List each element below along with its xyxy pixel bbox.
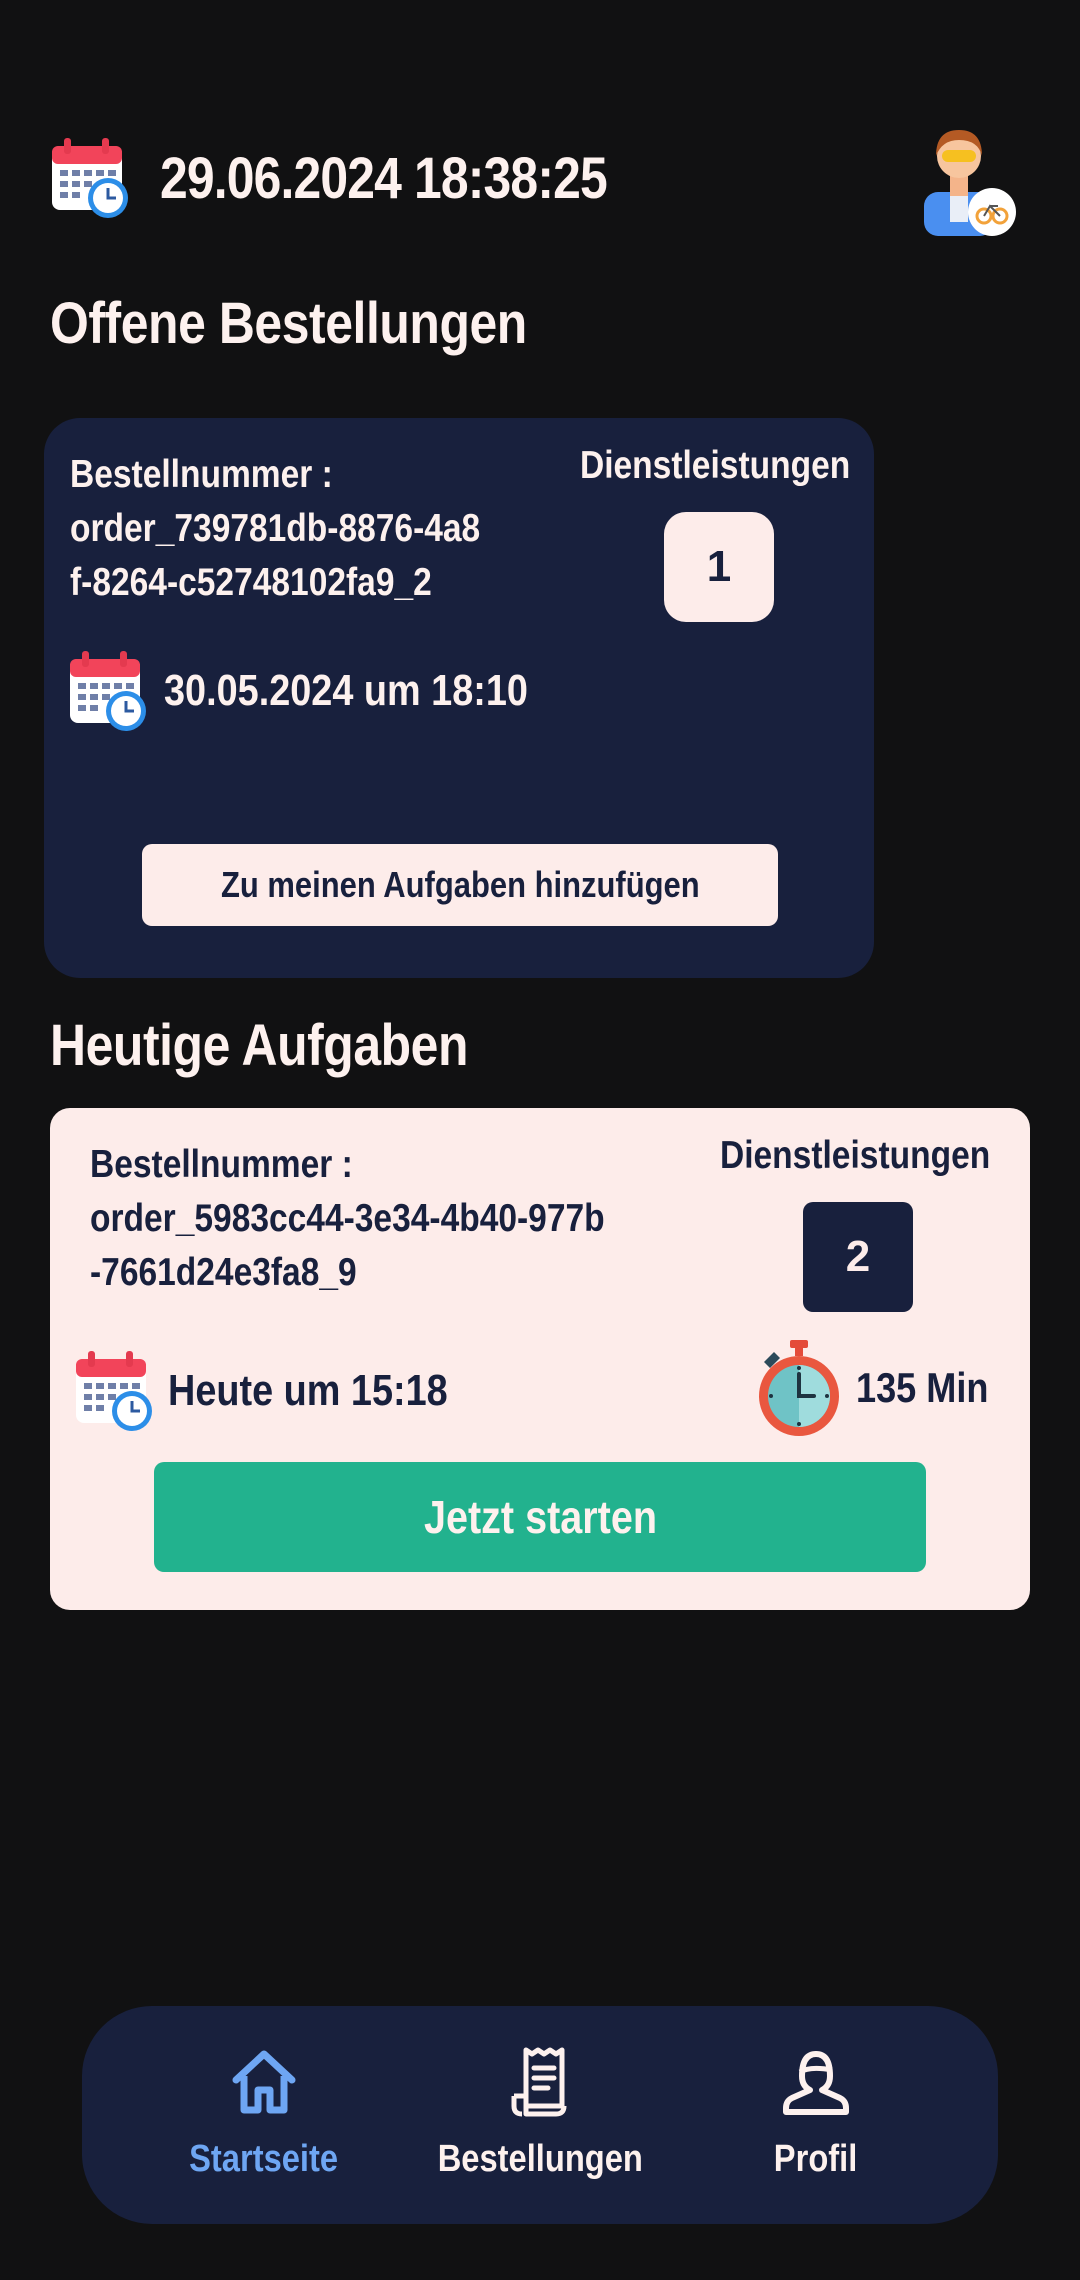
header: 29.06.2024 18:38:25 — [50, 128, 1030, 236]
start-now-label: Jetzt starten — [423, 1491, 657, 1543]
services-label: Dienstleistungen — [579, 444, 850, 487]
start-now-button[interactable]: Jetzt starten — [154, 1462, 926, 1572]
calendar-clock-icon — [70, 651, 146, 731]
home-screen: 29.06.2024 18:38:25 Offene Bestellungen … — [0, 0, 1080, 2280]
order-number-line2: f-8264-c52748102fa9_2 — [70, 561, 432, 604]
nav-item-home[interactable]: Startseite — [154, 2046, 374, 2196]
task-date-row: Heute um 15:18 — [74, 1348, 493, 1434]
nav-label-profile: Profil — [774, 2138, 858, 2180]
calendar-clock-icon — [76, 1351, 152, 1431]
open-orders-title: Offene Bestellungen — [50, 291, 527, 356]
order-number-label: Bestellnummer : — [90, 1143, 353, 1186]
add-to-tasks-label: Zu meinen Aufgaben hinzufügen — [220, 864, 700, 905]
stopwatch-icon — [758, 1340, 839, 1436]
services-count-badge: 2 — [803, 1202, 913, 1312]
current-datetime: 29.06.2024 18:38:25 — [160, 145, 608, 211]
receipt-icon — [511, 2047, 567, 2117]
add-to-tasks-button[interactable]: Zu meinen Aufgaben hinzufügen — [142, 844, 778, 926]
nav-label-orders: Bestellungen — [437, 2138, 643, 2180]
services-label: Dienstleistungen — [719, 1134, 990, 1177]
order-number: Bestellnummer : order_739781db-8876-4a8 … — [70, 448, 500, 610]
home-icon — [232, 2050, 296, 2114]
bottom-navigation: Startseite Bestellungen Profil — [82, 2006, 998, 2224]
order-number-line1: order_739781db-8876-4a8 — [70, 507, 481, 550]
order-number-label: Bestellnummer : — [70, 453, 333, 496]
today-tasks-title: Heutige Aufgaben — [50, 1013, 469, 1078]
user-icon — [783, 2051, 849, 2115]
order-number: Bestellnummer : order_5983cc44-3e34-4b40… — [90, 1138, 606, 1300]
order-number-line2: -7661d24e3fa8_9 — [90, 1251, 357, 1294]
order-date-row: 30.05.2024 um 18:10 — [68, 648, 587, 734]
task-duration-row: 135 Min — [752, 1338, 1010, 1438]
nav-label-home: Startseite — [189, 2138, 339, 2180]
services-count-badge: 1 — [664, 512, 774, 622]
task-duration: 135 Min — [855, 1364, 989, 1411]
today-task-card[interactable]: Bestellnummer : order_5983cc44-3e34-4b40… — [50, 1108, 1030, 1610]
nav-item-orders[interactable]: Bestellungen — [430, 2046, 650, 2196]
open-order-card[interactable]: Bestellnummer : order_739781db-8876-4a8 … — [44, 418, 874, 978]
courier-avatar-icon[interactable] — [920, 126, 1020, 238]
task-date: Heute um 15:18 — [168, 1366, 448, 1415]
order-date: 30.05.2024 um 18:10 — [164, 666, 528, 715]
order-number-line1: order_5983cc44-3e34-4b40-977b — [90, 1197, 605, 1240]
calendar-clock-icon — [52, 138, 128, 218]
nav-item-profile[interactable]: Profil — [706, 2046, 926, 2196]
